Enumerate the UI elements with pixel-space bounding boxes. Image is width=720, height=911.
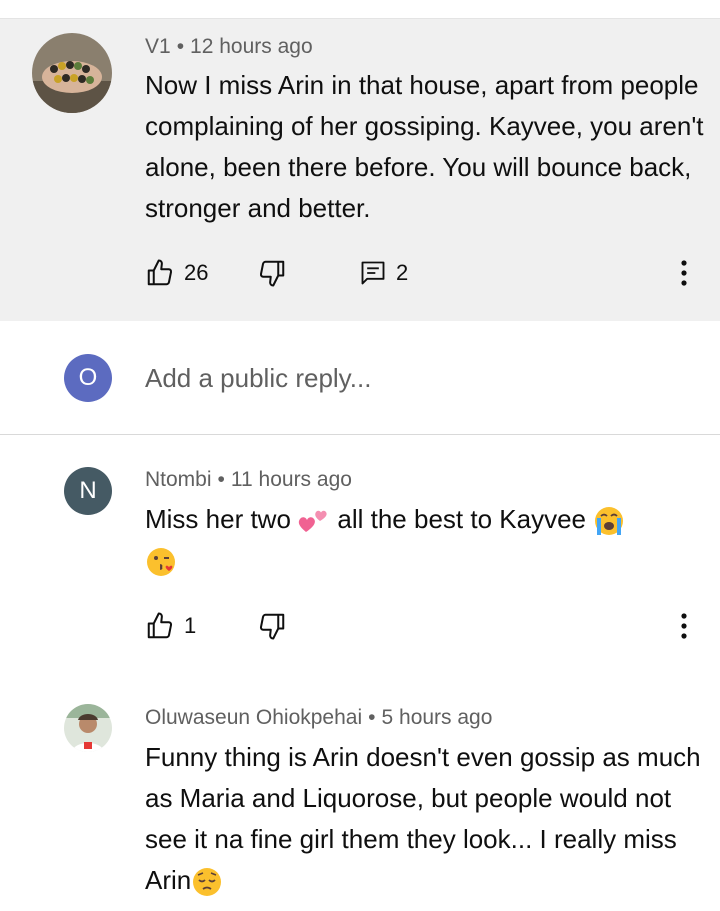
author-name[interactable]: Oluwaseun Ohiokpehai xyxy=(145,706,362,729)
comment-meta: V1 • 12 hours ago xyxy=(145,35,313,59)
comment-time[interactable]: 11 hours ago xyxy=(231,468,352,491)
two-hearts-icon xyxy=(298,510,327,533)
comment-text-part: all the best to Kayvee xyxy=(337,504,586,534)
comment-text-part: Miss her two xyxy=(145,504,291,534)
reply-composer: O Add a public reply... xyxy=(0,322,720,435)
comment-time[interactable]: 5 hours ago xyxy=(382,706,493,729)
comment-meta: Ntombi • 11 hours ago xyxy=(145,468,352,492)
dislike-button[interactable] xyxy=(257,609,287,643)
comment-actions: 26 2 xyxy=(145,256,705,290)
user-avatar: O xyxy=(64,354,112,402)
dislike-button[interactable] xyxy=(257,256,287,290)
avatar[interactable]: N xyxy=(64,467,112,515)
reply-count: 2 xyxy=(396,260,409,285)
author-name[interactable]: Ntombi xyxy=(145,468,212,491)
top-divider xyxy=(0,0,720,19)
reply-input[interactable]: Add a public reply... xyxy=(145,363,371,394)
comment-text: Funny thing is Arin doesn't even gossip … xyxy=(145,737,705,901)
comment-text-part: Funny thing is Arin doesn't even gossip … xyxy=(145,742,701,895)
replies-button[interactable]: 2 xyxy=(359,256,408,290)
like-button[interactable]: 26 xyxy=(145,256,208,290)
comment-time[interactable]: 12 hours ago xyxy=(190,35,313,58)
more-options-icon[interactable] xyxy=(672,256,696,290)
thumbs-up-icon xyxy=(147,612,173,639)
like-count: 1 xyxy=(184,613,197,638)
comment-icon xyxy=(361,261,385,285)
comment-actions: 1 xyxy=(145,609,705,643)
thumbs-up-icon xyxy=(147,259,173,286)
like-count: 26 xyxy=(184,260,209,285)
loudly-crying-face-icon xyxy=(595,507,624,536)
separator: • xyxy=(217,468,225,491)
comment-text: Now I miss Arin in that house, apart fro… xyxy=(145,70,704,223)
like-button[interactable]: 1 xyxy=(145,609,196,643)
separator: • xyxy=(368,706,376,729)
comment-meta: Oluwaseun Ohiokpehai • 5 hours ago xyxy=(145,706,492,730)
thumbs-down-icon xyxy=(259,613,285,640)
separator: • xyxy=(176,35,185,58)
face-blowing-kiss-icon xyxy=(147,548,175,577)
avatar[interactable] xyxy=(64,704,112,752)
comment-text: Miss her two all the best to Kayvee xyxy=(145,499,705,581)
more-options-icon[interactable] xyxy=(672,609,696,643)
highlighted-comment: V1 • 12 hours ago Now I miss Arin in that … xyxy=(0,19,720,321)
bracelet-photo-icon xyxy=(32,33,112,113)
person-photo-icon xyxy=(64,704,112,752)
author-name[interactable]: V1 xyxy=(145,35,171,58)
avatar[interactable] xyxy=(32,33,112,113)
thumbs-down-icon xyxy=(259,260,285,287)
pensive-face-icon xyxy=(193,868,222,897)
